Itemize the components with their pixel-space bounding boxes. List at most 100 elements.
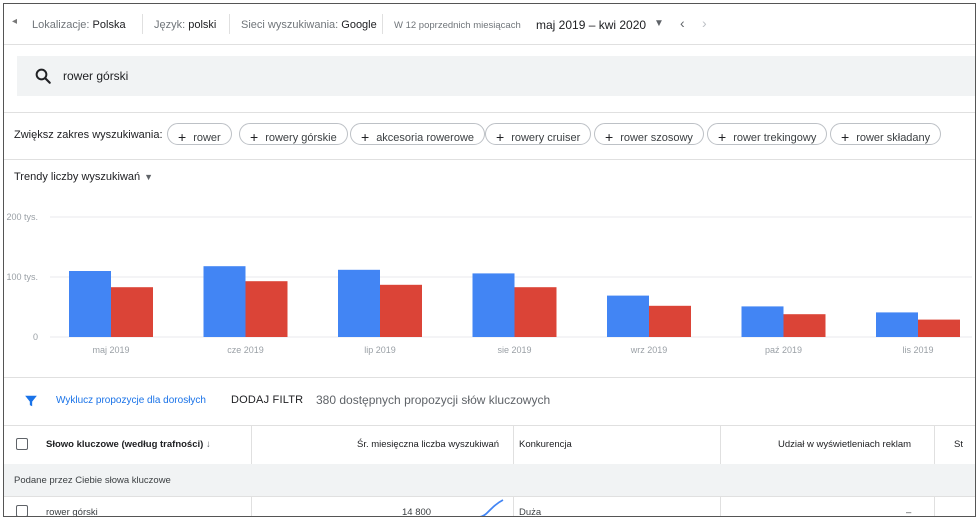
x-tick-label: wrz 2019 <box>630 345 668 355</box>
plus-icon: + <box>496 129 505 145</box>
avg-searches-cell: 14 800 <box>402 507 432 517</box>
keyword-search-input[interactable]: rower górski <box>17 56 975 96</box>
filter-icon[interactable] <box>24 394 38 408</box>
broaden-chip[interactable]: + rowery cruiser <box>485 123 592 145</box>
bar-series-1[interactable] <box>69 271 111 337</box>
broaden-chip[interactable]: + rower trekingowy <box>707 123 828 145</box>
language-value: polski <box>188 19 217 31</box>
bar-series-1[interactable] <box>203 266 246 337</box>
collapse-arrow-icon[interactable]: ◂ <box>12 16 17 27</box>
chip-label: akcesoria rowerowe <box>376 132 475 144</box>
broaden-chip[interactable]: + rowery górskie <box>239 123 348 145</box>
bar-series-2[interactable] <box>783 314 826 337</box>
location-filter[interactable]: Lokalizacje: Polska <box>32 19 126 31</box>
x-tick-label: cze 2019 <box>227 345 264 355</box>
keyword-cell: rower górski <box>46 507 98 517</box>
chip-label: rower <box>193 132 221 144</box>
filter-row: Wyklucz propozycje dla dorosłych DODAJ F… <box>4 377 975 424</box>
search-icon <box>35 68 51 84</box>
impression-share-cell: – <box>906 507 912 517</box>
broaden-chip[interactable]: + rower <box>167 123 232 145</box>
keyword-column-header[interactable]: Słowo kluczowe (według trafności) ↓ <box>46 439 211 450</box>
impression-share-column-header[interactable]: Udział w wyświetleniach reklam <box>778 439 911 450</box>
column-divider <box>934 426 935 464</box>
location-label: Lokalizacje: <box>32 19 90 31</box>
y-tick-label: 0 <box>33 332 38 342</box>
bar-series-2[interactable] <box>918 319 960 337</box>
bar-series-1[interactable] <box>338 269 380 337</box>
language-filter[interactable]: Język: polski <box>154 19 216 31</box>
column-divider <box>720 426 721 464</box>
chip-label: rowery cruiser <box>511 132 581 144</box>
column-divider <box>934 497 935 516</box>
select-all-checkbox[interactable] <box>16 438 28 450</box>
broaden-chip[interactable]: + akcesoria rowerowe <box>350 123 486 145</box>
bar-series-2[interactable] <box>111 287 153 337</box>
divider <box>142 14 143 34</box>
plus-icon: + <box>250 129 259 145</box>
keyword-planner-window: ◂ Lokalizacje: Polska Język: polski Siec… <box>3 3 976 517</box>
column-divider <box>251 497 252 516</box>
bar-series-1[interactable] <box>607 295 649 337</box>
row-checkbox[interactable] <box>16 505 28 516</box>
section-label: Podane przez Ciebie słowa kluczowe <box>14 475 171 486</box>
chevron-down-icon[interactable]: ▼ <box>654 18 664 29</box>
plus-icon: + <box>718 129 727 145</box>
bar-series-1[interactable] <box>876 312 918 337</box>
bar-series-2[interactable] <box>380 284 422 337</box>
network-filter[interactable]: Sieci wyszukiwania: Google <box>241 19 377 31</box>
competition-cell: Duża <box>519 507 542 517</box>
competition-column-header[interactable]: Konkurencja <box>519 439 572 450</box>
column-divider <box>513 497 514 516</box>
bar-series-1[interactable] <box>741 306 784 337</box>
network-label: Sieci wyszukiwania: <box>241 19 339 31</box>
search-trend-chart: Trendy liczby wyszukiwań ▼ 0 100 tys. 200 t… <box>4 162 975 377</box>
plus-icon: + <box>605 129 614 145</box>
provided-keywords-section: Podane przez Ciebie słowa kluczowe <box>4 464 975 497</box>
sort-arrow-icon: ↓ <box>205 439 211 450</box>
exclude-adult-link[interactable]: Wyklucz propozycje dla dorosłych <box>56 395 206 406</box>
x-tick-label: lip 2019 <box>364 345 396 355</box>
chip-label: rower składany <box>856 132 931 144</box>
trend-sparkline <box>479 499 504 516</box>
keyword-header-label: Słowo kluczowe (według trafności) <box>46 439 204 450</box>
broaden-chip[interactable]: + rower składany <box>830 123 942 145</box>
x-tick-label: maj 2019 <box>92 345 129 355</box>
truncated-column-header[interactable]: St <box>954 439 963 450</box>
add-filter-button[interactable]: DODAJ FILTR <box>231 394 303 406</box>
avg-searches-column-header[interactable]: Śr. miesięczna liczba wyszukiwań <box>357 439 499 450</box>
network-value: Google <box>341 19 377 31</box>
table-row[interactable]: rower górski 14 800 Duża – <box>4 497 975 517</box>
plus-icon: + <box>178 129 187 145</box>
date-range-selector[interactable]: maj 2019 – kwi 2020 <box>536 18 646 32</box>
search-section: rower górski <box>4 45 975 105</box>
period-label: W 12 poprzednich miesiącach <box>394 20 521 31</box>
bar-series-2[interactable] <box>245 281 288 337</box>
bar-series-1[interactable] <box>472 273 515 337</box>
y-tick-label: 200 tys. <box>6 212 38 222</box>
chip-label: rowery górskie <box>265 132 337 144</box>
plus-icon: + <box>841 129 850 145</box>
next-period-icon[interactable]: › <box>702 15 707 31</box>
bar-chart: 0 100 tys. 200 tys. maj 2019 cze 2019 lip 201… <box>6 212 972 355</box>
location-value: Polska <box>92 19 126 31</box>
targeting-bar: ◂ Lokalizacje: Polska Język: polski Siec… <box>4 4 975 45</box>
y-tick-label: 100 tys. <box>6 272 38 282</box>
column-divider <box>251 426 252 464</box>
broaden-chip[interactable]: + rower szosowy <box>594 123 704 145</box>
divider <box>382 14 383 34</box>
bar-series-2[interactable] <box>649 305 691 337</box>
broaden-search-bar: Zwiększ zakres wyszukiwania: + rower + row… <box>4 112 975 160</box>
results-count: 380 dostępnych propozycji słów kluczowyc… <box>316 393 551 407</box>
x-tick-label: sie 2019 <box>497 345 531 355</box>
chip-label: rower szosowy <box>620 132 693 144</box>
search-query: rower górski <box>63 69 129 83</box>
previous-period-icon[interactable]: ‹ <box>680 15 685 31</box>
bar-series-2[interactable] <box>514 287 557 337</box>
x-tick-label: paź 2019 <box>765 345 802 355</box>
plus-icon: + <box>361 129 370 145</box>
broaden-label: Zwiększ zakres wyszukiwania: <box>14 129 163 141</box>
divider <box>229 14 230 34</box>
language-label: Język: <box>154 19 186 31</box>
column-divider <box>513 426 514 464</box>
